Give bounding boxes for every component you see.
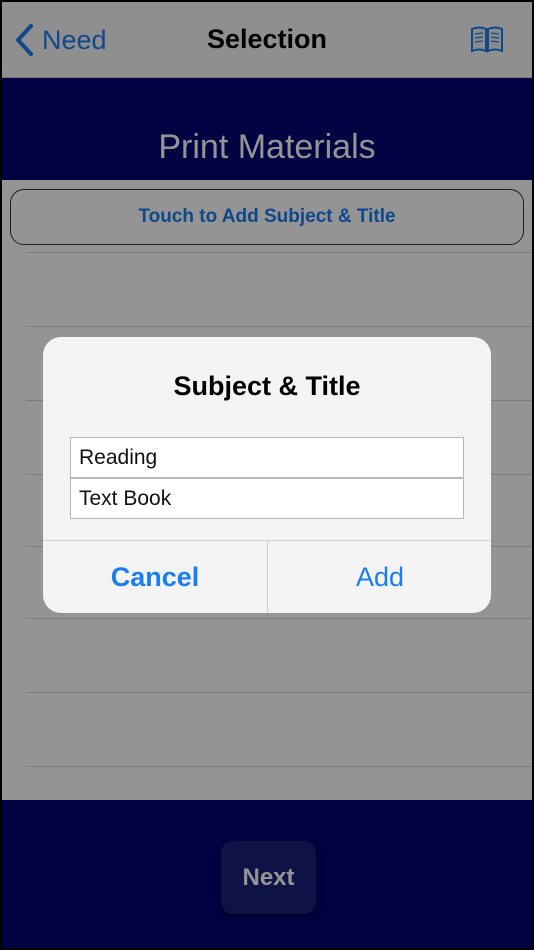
title-input[interactable]: Text Book — [70, 478, 464, 519]
alert-title: Subject & Title — [173, 371, 361, 401]
subject-input[interactable]: Reading — [70, 437, 464, 478]
add-button[interactable]: Add — [268, 541, 491, 613]
app-screen: Need Selection Print Materials Touch to … — [2, 2, 532, 948]
cancel-button[interactable]: Cancel — [43, 541, 267, 613]
subject-title-alert: Subject & Title Reading Text Book Cancel… — [43, 337, 491, 613]
